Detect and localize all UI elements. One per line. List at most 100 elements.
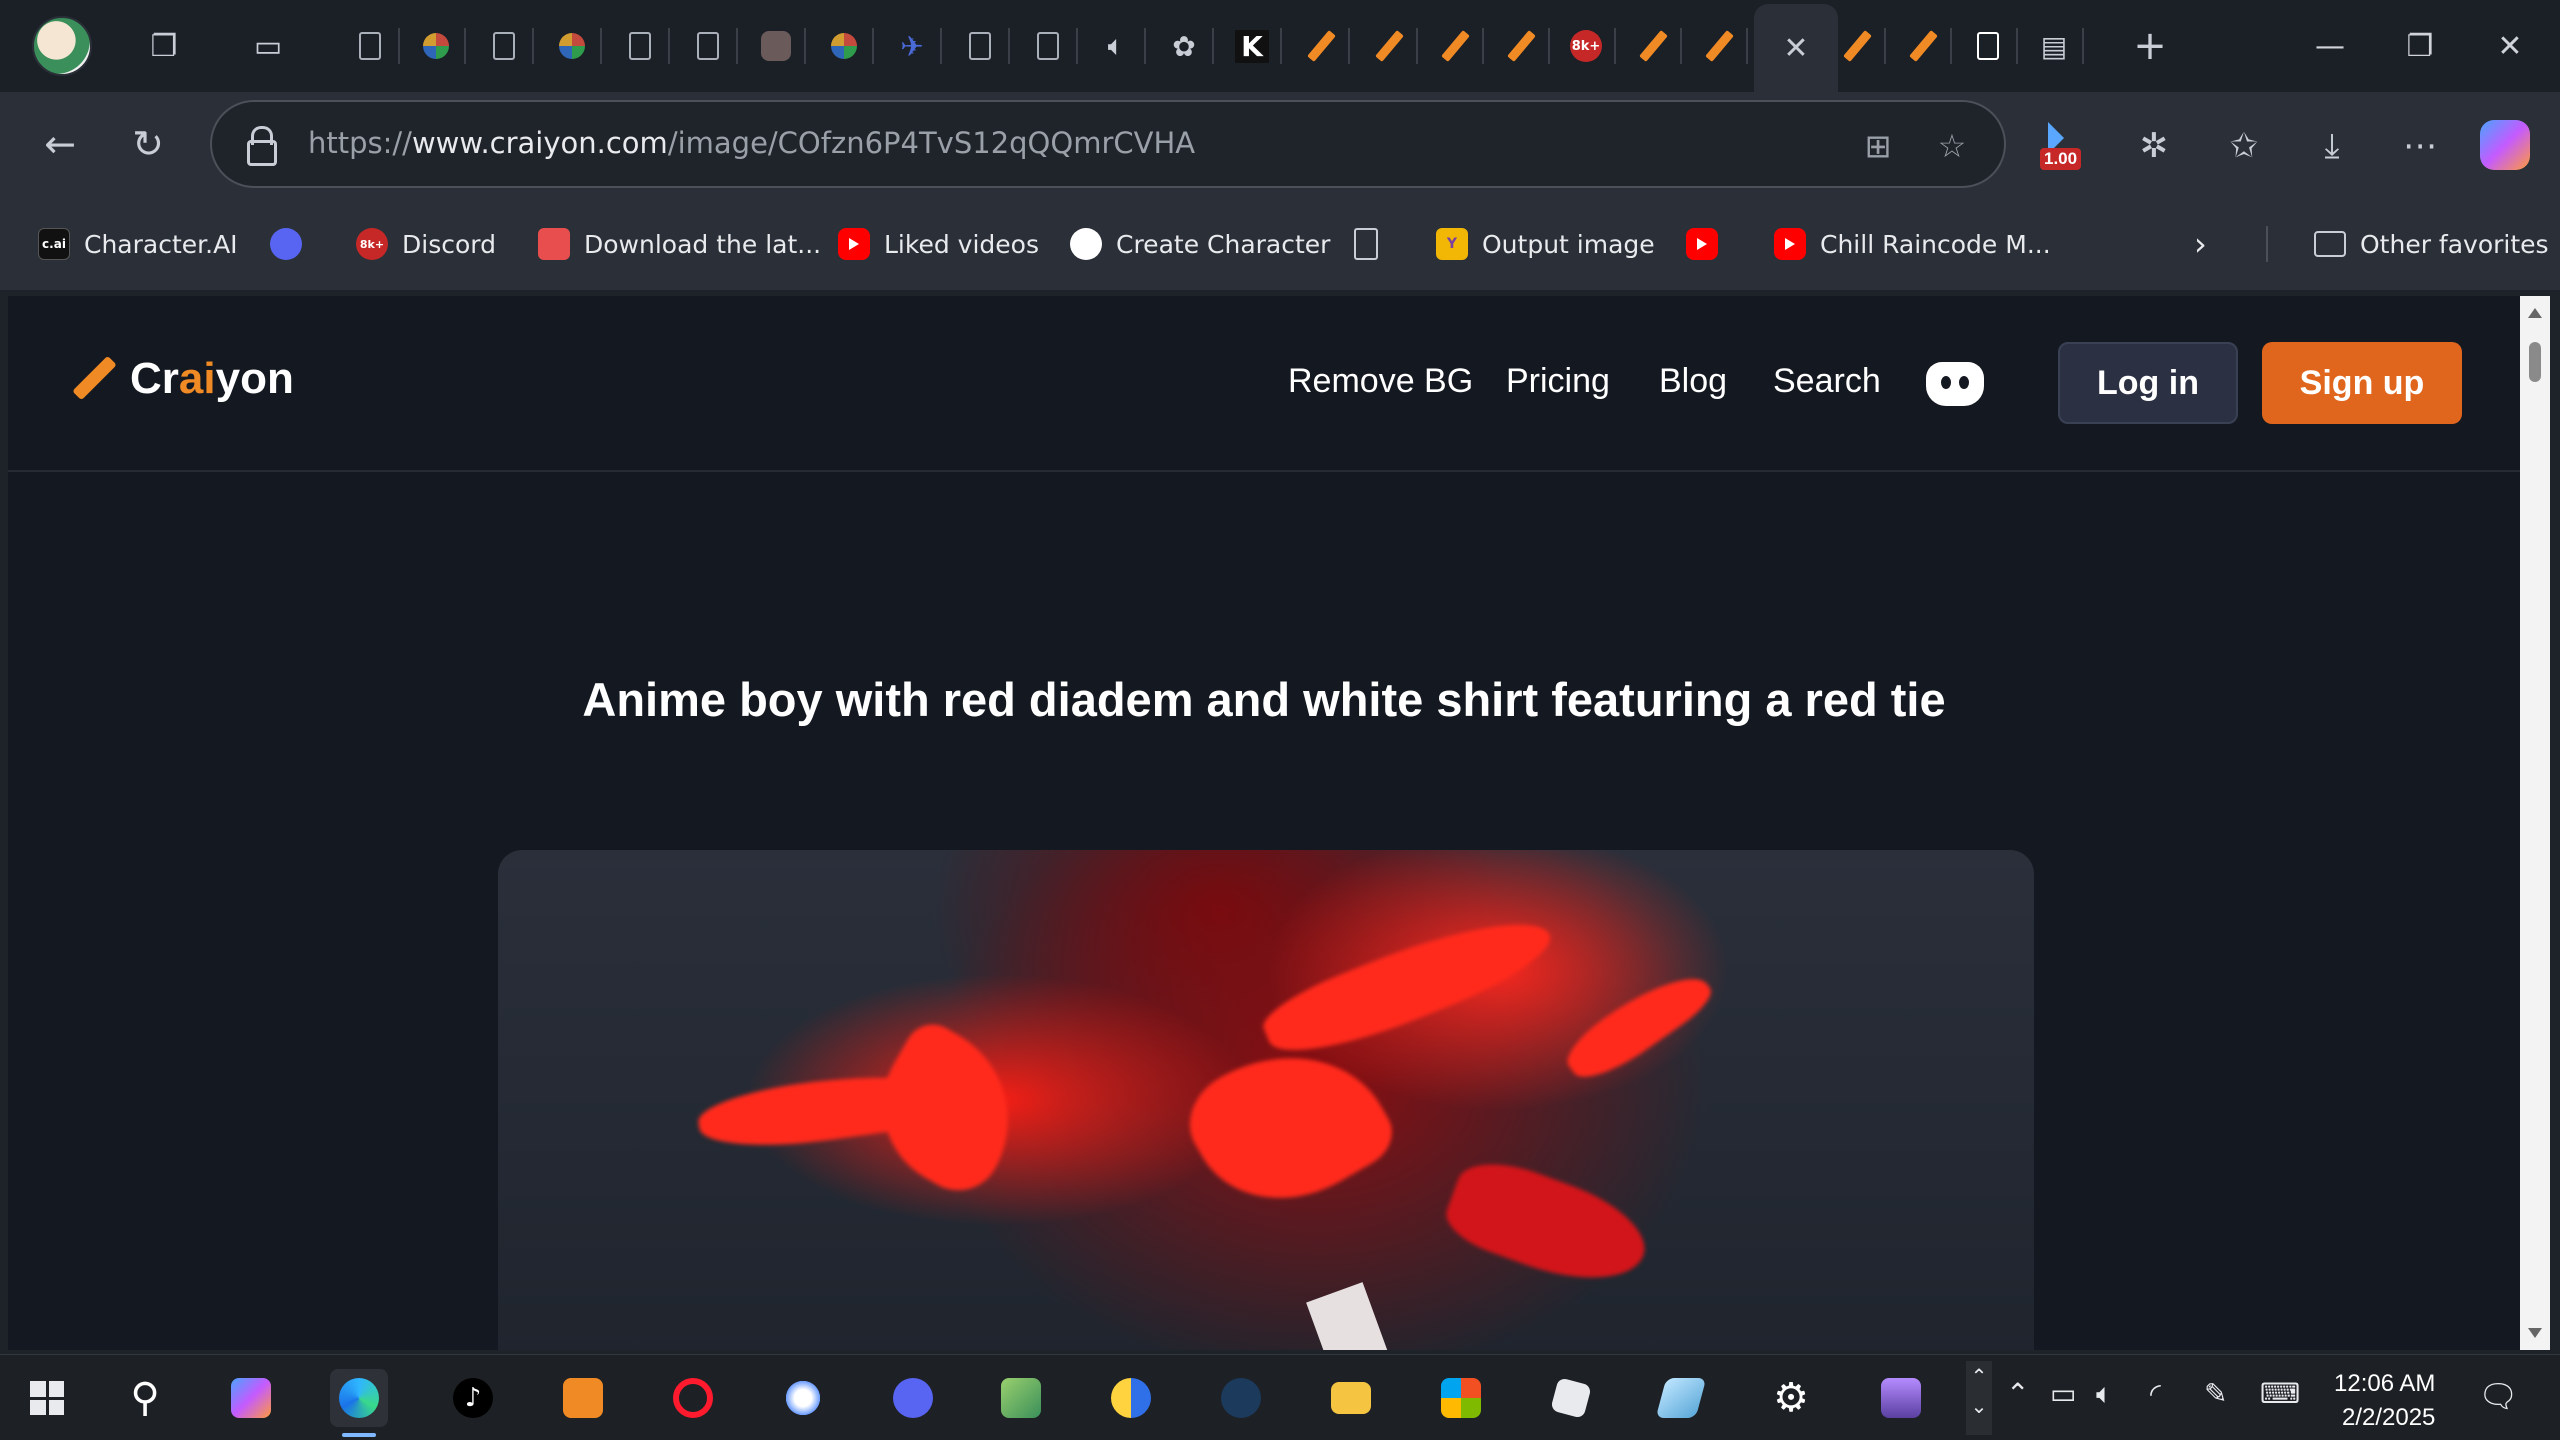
battery-icon[interactable]: ▭ [2050, 1377, 2076, 1410]
favorite-download[interactable]: Download the lat... [538, 222, 821, 266]
tab-craiyon[interactable] [1424, 18, 1484, 74]
discord-app[interactable] [884, 1369, 942, 1427]
settings-gear-icon[interactable]: ⚙ [1762, 1369, 1820, 1427]
scroll-thumb[interactable] [2529, 342, 2541, 382]
paint-app[interactable] [992, 1369, 1050, 1427]
address-bar[interactable]: https://www.craiyon.com/image/COfzn6P4Tv… [210, 100, 2006, 188]
tiktok-app[interactable]: ♪ [444, 1369, 502, 1427]
signup-button[interactable]: Sign up [2262, 342, 2462, 424]
edge-app[interactable] [330, 1369, 388, 1437]
tab-craiyon[interactable] [1892, 18, 1952, 74]
workspaces-icon[interactable]: ❐ [140, 22, 188, 70]
favorite-liked-videos[interactable]: Liked videos [838, 222, 1039, 266]
nav-blog[interactable]: Blog [1659, 362, 1727, 401]
tab-craiyon[interactable] [1622, 18, 1682, 74]
tab-app[interactable]: ▤ [2024, 18, 2084, 74]
more-menu-icon[interactable]: ⋯ [2394, 120, 2446, 172]
anime-app[interactable] [1872, 1369, 1930, 1427]
clicker-app[interactable] [554, 1369, 612, 1427]
scroll-up-icon[interactable] [2528, 308, 2542, 318]
favorites-icon[interactable]: ✩ [2218, 120, 2270, 172]
nav-remove-bg[interactable]: Remove BG [1288, 362, 1473, 401]
discord-icon[interactable] [1926, 362, 1984, 406]
craiyon-logo[interactable]: Craiyon [72, 354, 294, 404]
profile-avatar[interactable] [32, 16, 92, 76]
tab-pinwheel[interactable] [542, 18, 602, 74]
steam-app[interactable] [1212, 1369, 1270, 1427]
tray-overflow-icon[interactable]: ⌃ ⌄ [1966, 1361, 1992, 1435]
other-favorites[interactable]: Other favorites [2314, 222, 2549, 266]
new-tab-icon[interactable]: + [2126, 22, 2174, 70]
file-explorer-app[interactable] [1322, 1369, 1380, 1427]
system-clock[interactable]: 12:06 AM 2/2/2025 [2334, 1367, 2435, 1435]
craiyon-pencil-icon [1637, 31, 1667, 61]
tab-craiyon[interactable] [1290, 18, 1350, 74]
scroll-down-icon[interactable] [2528, 1328, 2542, 1338]
notifications-icon[interactable]: 🗨︎ [2478, 1377, 2519, 1415]
tab-openai[interactable]: ✿ [1154, 18, 1214, 74]
tab-document[interactable] [950, 18, 1010, 74]
favorite-discord-icon-only[interactable] [270, 222, 302, 266]
volume-icon[interactable]: 🔈︎ [2096, 1377, 2113, 1411]
extensions-icon[interactable]: ✲ [2128, 120, 2180, 172]
tab-bird[interactable]: ✈ [882, 18, 942, 74]
favorite-character-ai[interactable]: c.ai Character.AI [38, 222, 238, 266]
refresh-icon[interactable]: ↻ [120, 116, 176, 172]
login-button[interactable]: Log in [2058, 342, 2238, 424]
generated-image[interactable] [498, 850, 2034, 1350]
favorite-discord[interactable]: 8k+ Discord [356, 222, 496, 266]
tab-document[interactable] [610, 18, 670, 74]
chevron-right-icon[interactable]: › [2194, 222, 2207, 266]
back-arrow-icon[interactable]: ← [32, 116, 88, 172]
extension-badge[interactable]: 1.00 [2040, 122, 2090, 172]
tab-k[interactable]: K [1222, 18, 1282, 74]
roblox-app[interactable] [1542, 1369, 1600, 1427]
lock-icon[interactable] [246, 126, 277, 166]
pen-icon[interactable]: ✎ [2204, 1377, 2227, 1410]
logo-text-accent: ai [178, 354, 216, 403]
close-window-icon[interactable]: ✕ [2480, 22, 2540, 70]
tab-document[interactable] [474, 18, 534, 74]
close-tab-icon[interactable]: ✕ [1783, 31, 1808, 66]
search-icon[interactable]: ⚲ [116, 1369, 174, 1427]
tab-document[interactable] [1958, 18, 2018, 74]
download-icon[interactable]: ⤓ [2306, 120, 2358, 172]
chevron-up-icon[interactable]: ⌃ [2006, 1377, 2029, 1410]
copilot-icon[interactable] [2480, 120, 2530, 170]
tab-actions-icon[interactable]: ▭ [244, 22, 292, 70]
crystal-app[interactable] [1652, 1369, 1710, 1427]
tab-pinwheel[interactable] [814, 18, 874, 74]
keyboard-icon[interactable]: ⌨ [2260, 1377, 2300, 1410]
tab-craiyon[interactable] [1490, 18, 1550, 74]
favorite-output-image[interactable]: Y Output image [1436, 222, 1655, 266]
favorite-youtube[interactable] [1686, 222, 1718, 266]
tab-audio[interactable]: 🔈︎ [1086, 18, 1146, 74]
favorite-create-character[interactable]: Create Character [1070, 222, 1330, 266]
tab-document[interactable] [1018, 18, 1078, 74]
nav-pricing[interactable]: Pricing [1506, 362, 1610, 401]
copilot-app[interactable] [222, 1369, 280, 1427]
tab-document[interactable] [678, 18, 738, 74]
wifi-icon[interactable]: ◜ [2150, 1377, 2161, 1410]
store-app[interactable] [1432, 1369, 1490, 1427]
favorite-star-icon[interactable]: ☆ [1930, 124, 1974, 168]
tab-document[interactable] [340, 18, 400, 74]
tab-craiyon[interactable] [1688, 18, 1748, 74]
browser-app[interactable] [1102, 1369, 1160, 1427]
opera-app[interactable] [664, 1369, 722, 1427]
tab-craiyon[interactable] [1358, 18, 1418, 74]
nav-search[interactable]: Search [1773, 362, 1881, 401]
minimize-icon[interactable]: — [2300, 22, 2360, 70]
tab-8k[interactable]: 8k+ [1556, 18, 1616, 74]
start-button[interactable] [18, 1369, 76, 1427]
tab-image[interactable] [746, 18, 806, 74]
tab-pinwheel[interactable] [406, 18, 466, 74]
snipping-app[interactable] [774, 1369, 832, 1427]
restore-icon[interactable]: ❐ [2390, 22, 2450, 70]
url-text[interactable]: https://www.craiyon.com/image/COfzn6P4Tv… [308, 126, 1195, 160]
favorite-chill-raincode[interactable]: Chill Raincode M... [1774, 222, 2051, 266]
tab-craiyon[interactable] [1826, 18, 1886, 74]
page-scrollbar[interactable] [2520, 296, 2550, 1350]
favorite-document[interactable] [1354, 222, 1378, 266]
app-available-icon[interactable]: ⊞ [1856, 124, 1900, 168]
